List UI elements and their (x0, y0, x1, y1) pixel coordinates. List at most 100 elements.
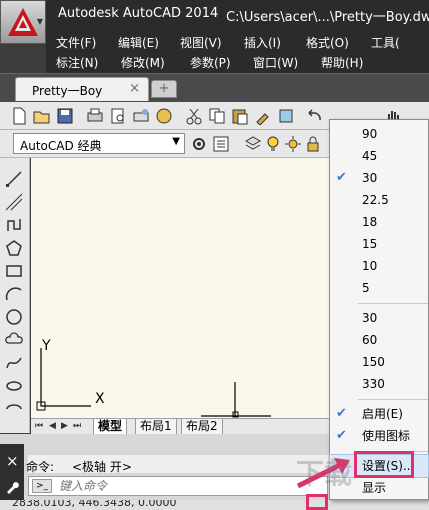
circle-icon[interactable] (5, 308, 23, 326)
tab-layout1[interactable]: 布局1 (135, 419, 177, 435)
spline-icon[interactable] (5, 354, 23, 372)
menu-tools[interactable]: 工具( (371, 34, 400, 51)
paste-icon[interactable] (231, 107, 249, 125)
draw-toolbar (0, 158, 30, 433)
menu-item-45[interactable]: 45 (330, 145, 428, 167)
menu-parametric[interactable]: 参数(P) (190, 54, 231, 71)
command-label: 命令: (26, 460, 55, 474)
tab-layout2[interactable]: 布局2 (181, 419, 223, 435)
menu-separator (358, 303, 428, 304)
revision-cloud-icon[interactable] (5, 331, 23, 349)
ucs-icon (36, 348, 271, 418)
open-folder-icon[interactable] (33, 107, 51, 125)
menu-item-330[interactable]: 330 (330, 373, 428, 395)
menu-format[interactable]: 格式(O) (306, 34, 349, 51)
layer-lock-icon[interactable] (304, 135, 322, 153)
menu-item-enable[interactable]: ✔ 启用(E) (330, 403, 428, 425)
document-tab[interactable]: Pretty一Boy × (15, 77, 149, 101)
command-input-box[interactable]: >_ (28, 476, 328, 496)
menu-modify[interactable]: 修改(M) (121, 54, 165, 71)
command-history-text: <极轴 开> (72, 460, 132, 474)
ucs-y-label: Y (42, 338, 51, 354)
menu-item-150[interactable]: 150 (330, 351, 428, 373)
app-title: Autodesk AutoCAD 2014 (58, 6, 219, 21)
polygon-icon[interactable] (5, 239, 23, 257)
status-bar: 2838.0103, 446.3438, 0.0000 (0, 500, 429, 510)
gear-icon[interactable] (190, 135, 208, 153)
menu-item-30-additional[interactable]: 30 (330, 307, 428, 329)
ellipse-arc-icon[interactable] (5, 400, 23, 418)
menu-item-60[interactable]: 60 (330, 329, 428, 351)
title-bar: ▼ Autodesk AutoCAD 2014 C:\Users\acer\..… (0, 0, 429, 44)
coordinates-readout: 2838.0103, 446.3438, 0.0000 (12, 500, 177, 509)
sun-icon[interactable] (284, 135, 302, 153)
polar-tracking-button-highlight[interactable] (306, 494, 328, 510)
menu-edit[interactable]: 编辑(E) (118, 34, 159, 51)
close-icon[interactable]: × (129, 81, 140, 96)
check-icon: ✔ (336, 170, 347, 185)
menu-item-22-5[interactable]: 22.5 (330, 189, 428, 211)
undo-icon[interactable] (306, 107, 324, 125)
block-editor-icon[interactable] (277, 107, 295, 125)
3d-dwf-icon[interactable] (155, 107, 173, 125)
menu-insert[interactable]: 插入(I) (244, 34, 281, 51)
command-prompt-icon[interactable]: >_ (32, 479, 52, 493)
polar-tracking-context-menu: 90 45 ✔ 30 22.5 18 15 10 5 30 60 150 330 … (329, 119, 429, 500)
line-icon[interactable] (5, 170, 23, 188)
menu-item-10[interactable]: 10 (330, 255, 428, 277)
construction-line-icon[interactable] (5, 193, 23, 211)
save-icon[interactable] (56, 107, 74, 125)
app-menu-arrow-icon: ▼ (36, 17, 43, 26)
wrench-icon[interactable] (5, 480, 19, 494)
chevron-down-icon: ▼ (172, 136, 180, 147)
last-layout-icon[interactable]: ⏭ (73, 421, 81, 431)
autocad-logo-icon (8, 8, 38, 36)
ellipse-icon[interactable] (5, 377, 23, 395)
close-icon[interactable]: × (6, 452, 19, 470)
file-tab-bar: Pretty一Boy × + (0, 73, 429, 102)
ucs-x-label: X (95, 391, 105, 407)
first-layout-icon[interactable]: ⏮ (35, 421, 43, 431)
menu-view[interactable]: 视图(V) (180, 34, 222, 51)
tab-model[interactable]: 模型 (93, 419, 128, 435)
settings-highlight-box (354, 451, 414, 478)
new-file-icon[interactable] (10, 107, 28, 125)
application-menu-button[interactable]: ▼ (0, 0, 46, 44)
menu-dimension[interactable]: 标注(N) (56, 54, 98, 71)
next-layout-icon[interactable]: ▶ (61, 421, 68, 431)
arc-icon[interactable] (5, 285, 23, 303)
menu-item-90[interactable]: 90 (330, 123, 428, 145)
workspace-value: AutoCAD 经典 (20, 139, 102, 153)
drawing-area[interactable]: Y X (31, 158, 329, 418)
publish-icon[interactable] (132, 107, 150, 125)
layer-manager-icon[interactable] (244, 135, 262, 153)
menu-bar: 文件(F) 编辑(E) 视图(V) 插入(I) 格式(O) 工具( 标注(N) … (46, 33, 429, 73)
menu-separator (358, 399, 428, 400)
file-title: C:\Users\acer\...\Pretty一Boy.dwg (226, 10, 429, 25)
cut-icon[interactable] (185, 107, 203, 125)
check-icon: ✔ (336, 406, 347, 421)
prev-layout-icon[interactable]: ◀ (49, 421, 56, 431)
new-tab-button[interactable]: + (151, 80, 177, 98)
rectangle-icon[interactable] (5, 262, 23, 280)
workspace-dropdown[interactable]: AutoCAD 经典 ▼ (13, 133, 185, 154)
menu-file[interactable]: 文件(F) (56, 34, 96, 51)
menu-item-15[interactable]: 15 (330, 233, 428, 255)
layout-tab-bar: ⏮ ◀ ▶ ⏭ 模型 布局1 布局2 (31, 418, 329, 435)
document-tab-label: Pretty一Boy (32, 84, 103, 98)
match-properties-icon[interactable] (254, 107, 272, 125)
command-input[interactable] (59, 478, 319, 494)
menu-item-30[interactable]: ✔ 30 (330, 167, 428, 189)
copy-icon[interactable] (208, 107, 226, 125)
plot-preview-icon[interactable] (109, 107, 127, 125)
watermark-text: 下载 (296, 457, 353, 490)
lightbulb-icon[interactable] (264, 135, 282, 153)
plot-icon[interactable] (86, 107, 104, 125)
workspace-settings-icon[interactable] (212, 135, 230, 153)
menu-help[interactable]: 帮助(H) (321, 54, 363, 71)
menu-item-5[interactable]: 5 (330, 277, 428, 299)
polyline-icon[interactable] (5, 216, 23, 234)
menu-window[interactable]: 窗口(W) (253, 54, 298, 71)
menu-item-18[interactable]: 18 (330, 211, 428, 233)
menu-item-use-icons[interactable]: ✔使用图标(U) (330, 425, 428, 465)
